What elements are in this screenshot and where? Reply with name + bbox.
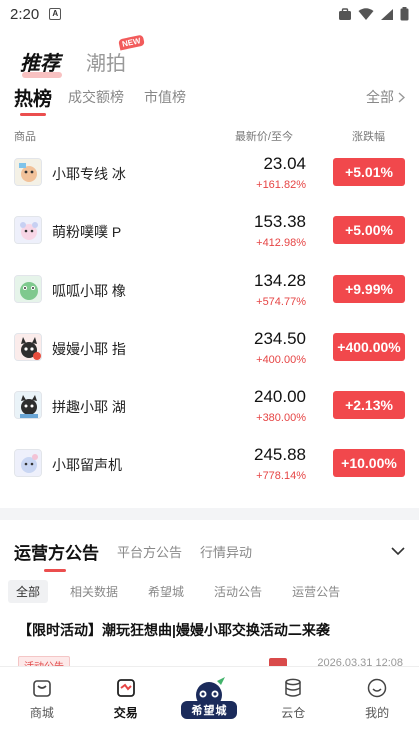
nav-cloud-storage[interactable]: 云仓 [251, 667, 335, 730]
cloud-storage-icon [285, 678, 302, 697]
product-name: 呱呱小耶 橡 [52, 282, 126, 299]
announcement-tabs: 运营方公告 平台方公告 行情异动 [14, 538, 405, 572]
change-badge: +10.00% [333, 449, 405, 478]
tab-platform-announcements[interactable]: 平台方公告 [117, 542, 182, 561]
view-all-link[interactable]: 全部 [366, 87, 405, 107]
filter-related-data[interactable]: 相关数据 [62, 580, 126, 603]
product-name: 嫚嫚小耶 指 [52, 340, 126, 357]
product-name: 小耶留声机 [52, 457, 122, 474]
nav-trade[interactable]: 交易 [84, 667, 168, 730]
system-bottom-area [0, 730, 419, 746]
since-change: +400.00% [256, 353, 306, 366]
table-row[interactable]: 拼趣小耶 湖 240.00 +380.00% +2.13% [0, 379, 419, 437]
nav-profile[interactable]: 我的 [335, 667, 419, 730]
nav-hope-city[interactable]: 希望城 [168, 667, 252, 730]
trade-icon [116, 679, 135, 697]
tab-trend-auction[interactable]: 潮拍 NEW [86, 34, 145, 76]
filter-hope-city[interactable]: 希望城 [140, 580, 192, 603]
status-icons [338, 7, 409, 21]
hope-city-logo: 希望城 [181, 675, 238, 721]
tab-recommend-label: 推荐 [20, 53, 60, 75]
tab-operator-announcements[interactable]: 运营方公告 [14, 539, 99, 572]
product-thumbnail [14, 391, 42, 420]
nav-shop[interactable]: 商城 [0, 667, 84, 730]
new-badge: NEW [118, 34, 145, 51]
filter-event-announcements[interactable]: 活动公告 [206, 580, 270, 603]
status-bar: 2:20 A [0, 0, 419, 28]
latest-price: 240.00 [254, 387, 306, 407]
change-badge: +9.99% [333, 274, 405, 303]
latest-price: 153.38 [254, 212, 306, 232]
wifi-icon [358, 7, 374, 20]
column-change: 涨跌幅 [352, 131, 385, 143]
product-thumbnail [14, 449, 42, 478]
chevron-right-icon [398, 91, 405, 103]
top-tabs: 推荐 潮拍 NEW [20, 34, 145, 78]
hot-list: 小耶专线 冰 23.04 +161.82% +5.01% 萌粉噗噗 P 153.… [0, 146, 419, 496]
product-name: 萌粉噗噗 P [52, 224, 122, 241]
view-all-label: 全部 [366, 89, 394, 105]
signal-icon [381, 8, 393, 20]
column-product: 商品 [14, 131, 36, 143]
change-badge: +5.00% [333, 216, 405, 245]
table-row[interactable]: 萌粉噗噗 P 153.38 +412.98% +5.00% [0, 204, 419, 262]
change-badge: +5.01% [333, 158, 405, 186]
change-badge: +400.00% [333, 332, 405, 361]
product-thumbnail [14, 216, 42, 245]
since-change: +380.00% [256, 412, 306, 425]
announcement-title[interactable]: 【限时活动】潮玩狂想曲|嫚嫚小耶交换活动二来袭 [18, 620, 405, 640]
change-badge: +2.13% [333, 391, 405, 420]
product-thumbnail [14, 274, 42, 303]
ranking-tabs: 热榜 成交额榜 市值榜 全部 [14, 82, 405, 116]
product-thumbnail [14, 332, 42, 361]
profile-icon [367, 678, 387, 698]
product-name: 小耶专线 冰 [52, 166, 126, 182]
briefcase-icon [339, 7, 351, 20]
filter-operation-announcements[interactable]: 运营公告 [284, 580, 348, 603]
shop-icon [33, 680, 51, 697]
tab-turnover-list[interactable]: 成交额榜 [68, 87, 124, 107]
since-change: +574.77% [256, 295, 306, 308]
column-price: 最新价/至今 [234, 131, 293, 143]
hope-city-logo-text: 希望城 [181, 701, 238, 719]
battery-icon [400, 7, 409, 21]
table-row[interactable]: 小耶专线 冰 23.04 +161.82% +5.01% [0, 146, 419, 204]
nav-shop-label: 商城 [29, 706, 54, 720]
since-change: +161.82% [256, 179, 306, 191]
bottom-nav: 商城 交易 希望城 云仓 我的 [0, 666, 419, 730]
section-divider [0, 508, 419, 520]
filter-all[interactable]: 全部 [8, 579, 49, 603]
table-row[interactable]: 嫚嫚小耶 指 234.50 +400.00% +400.00% [0, 321, 419, 379]
tab-hot-list[interactable]: 热榜 [14, 84, 52, 116]
latest-price: 23.04 [263, 154, 306, 173]
announcement-filters: 全部 相关数据 希望城 活动公告 运营公告 [8, 579, 411, 603]
chevron-down-icon[interactable] [391, 546, 405, 556]
status-time: 2:20 [10, 5, 40, 23]
tab-trend-auction-label: 潮拍 [86, 53, 126, 75]
nav-trade-label: 交易 [113, 706, 138, 720]
nav-profile-label: 我的 [365, 706, 390, 720]
latest-price: 134.28 [254, 270, 306, 290]
product-name: 拼趣小耶 湖 [52, 399, 126, 416]
tab-market-cap-list[interactable]: 市值榜 [144, 87, 186, 107]
table-row[interactable]: 小耶留声机 245.88 +778.14% +10.00% [0, 437, 419, 495]
tab-recommend[interactable]: 推荐 [20, 47, 62, 78]
latest-price: 245.88 [254, 445, 306, 465]
product-thumbnail [14, 158, 42, 186]
table-header: 商品 最新价/至今 涨跌幅 [14, 128, 405, 146]
since-change: +412.98% [256, 237, 306, 250]
table-row[interactable]: 呱呱小耶 橡 134.28 +574.77% +9.99% [0, 263, 419, 321]
latest-price: 234.50 [254, 328, 306, 348]
nav-cloud-storage-label: 云仓 [281, 706, 306, 720]
tab-market-movements[interactable]: 行情异动 [200, 542, 252, 561]
sim-notification-icon: A [49, 8, 62, 20]
since-change: +778.14% [256, 470, 306, 483]
